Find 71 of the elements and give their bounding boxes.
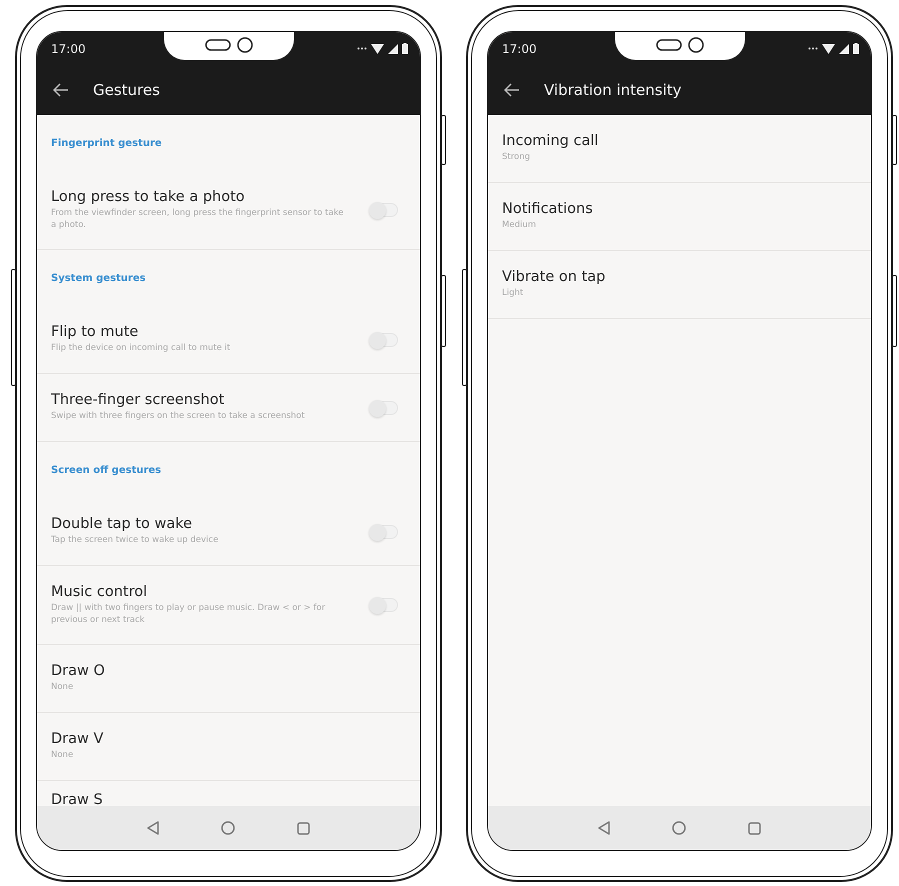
back-arrow-icon bbox=[53, 83, 69, 97]
toggle-switch[interactable] bbox=[370, 203, 398, 217]
back-nav-button[interactable] bbox=[147, 821, 159, 835]
setting-summary: Light bbox=[502, 288, 524, 300]
signal-icon bbox=[388, 44, 398, 54]
home-nav-button[interactable] bbox=[221, 821, 235, 835]
setting-summary: Swipe with three fingers on the screen to take a screenshot bbox=[51, 411, 305, 423]
back-button[interactable] bbox=[53, 83, 69, 97]
camera-icon bbox=[236, 37, 252, 53]
setting-title: Three-finger screenshot bbox=[51, 392, 226, 408]
back-triangle-icon bbox=[598, 821, 610, 835]
section-header: System gestures bbox=[50, 272, 147, 286]
setting-summary: Flip the device on incoming call to mute it bbox=[51, 343, 230, 355]
setting-summary: Strong bbox=[502, 152, 532, 164]
back-button[interactable] bbox=[504, 83, 520, 97]
dots-icon bbox=[808, 47, 818, 50]
back-nav-button[interactable] bbox=[598, 821, 610, 835]
setting-title: Draw S bbox=[51, 792, 103, 806]
setting-title: Draw O bbox=[51, 663, 105, 680]
recents-nav-button[interactable] bbox=[748, 822, 761, 834]
camera-icon bbox=[688, 37, 704, 53]
recents-square-icon bbox=[297, 822, 310, 834]
signal-icon bbox=[839, 44, 849, 54]
earpiece-icon bbox=[204, 39, 230, 51]
setting-title: Flip to mute bbox=[51, 324, 140, 340]
home-circle-icon bbox=[672, 821, 686, 835]
setting-title: Incoming call bbox=[502, 133, 598, 150]
setting-summary: None bbox=[51, 750, 74, 762]
status-time: 17:00 bbox=[502, 42, 537, 56]
dots-icon bbox=[357, 47, 367, 50]
setting-summary: From the viewfinder screen, long press the fingerprint sensor to take a photo. bbox=[51, 208, 344, 231]
back-triangle-icon bbox=[147, 821, 159, 835]
setting-row[interactable]: Three-finger screenshot Swipe with three fingers on the screen to take a screenshot bbox=[37, 374, 420, 442]
setting-title: Vibrate on tap bbox=[502, 269, 606, 286]
earpiece-icon bbox=[656, 39, 682, 51]
setting-row[interactable]: Vibrate on tap Light bbox=[488, 251, 871, 319]
setting-row[interactable]: Long press to take a photo From the viewfinder screen, long press the fingerprint sensor to take a photo. bbox=[37, 171, 420, 250]
battery-icon bbox=[402, 43, 408, 54]
setting-row[interactable]: Incoming call Strong bbox=[488, 115, 871, 183]
screen-title: Gestures bbox=[93, 81, 160, 99]
recents-square-icon bbox=[748, 822, 761, 834]
setting-summary: Tap the screen twice to wake up device bbox=[51, 535, 218, 547]
setting-row[interactable]: Music control Draw || with two fingers to play or pause music. Draw < or > for previous or next track bbox=[37, 566, 420, 645]
setting-summary: None bbox=[51, 682, 74, 694]
section-header: Screen off gestures bbox=[50, 464, 162, 478]
setting-title: Notifications bbox=[502, 201, 593, 218]
setting-title: Draw V bbox=[51, 731, 104, 748]
back-arrow-icon bbox=[504, 83, 520, 97]
toggle-switch[interactable] bbox=[370, 400, 398, 414]
setting-title: Music control bbox=[51, 584, 148, 600]
home-nav-button[interactable] bbox=[672, 821, 686, 835]
home-circle-icon bbox=[221, 821, 235, 835]
toggle-switch[interactable] bbox=[370, 332, 398, 346]
battery-icon bbox=[853, 43, 859, 54]
setting-row[interactable]: Draw V None bbox=[37, 713, 420, 781]
setting-summary: Draw || with two fingers to play or pause music. Draw < or > for previous or next track bbox=[51, 603, 326, 626]
setting-row[interactable]: Double tap to wake Tap the screen twice to wake up device bbox=[37, 498, 420, 566]
setting-row[interactable]: Flip to mute Flip the device on incoming call to mute it bbox=[37, 306, 420, 374]
section-header: Fingerprint gesture bbox=[50, 136, 163, 150]
setting-summary: Medium bbox=[502, 220, 537, 232]
toggle-switch[interactable] bbox=[370, 524, 398, 538]
setting-title: Long press to take a photo bbox=[51, 189, 246, 206]
screen-title: Vibration intensity bbox=[544, 81, 682, 99]
wifi-icon bbox=[371, 44, 384, 54]
recents-nav-button[interactable] bbox=[297, 822, 310, 834]
wifi-icon bbox=[822, 44, 835, 54]
toggle-switch[interactable] bbox=[370, 598, 398, 612]
setting-row[interactable]: Draw O None bbox=[37, 645, 420, 713]
status-time: 17:00 bbox=[51, 42, 86, 56]
setting-row[interactable]: Notifications Medium bbox=[488, 183, 871, 251]
setting-title: Double tap to wake bbox=[51, 516, 194, 532]
